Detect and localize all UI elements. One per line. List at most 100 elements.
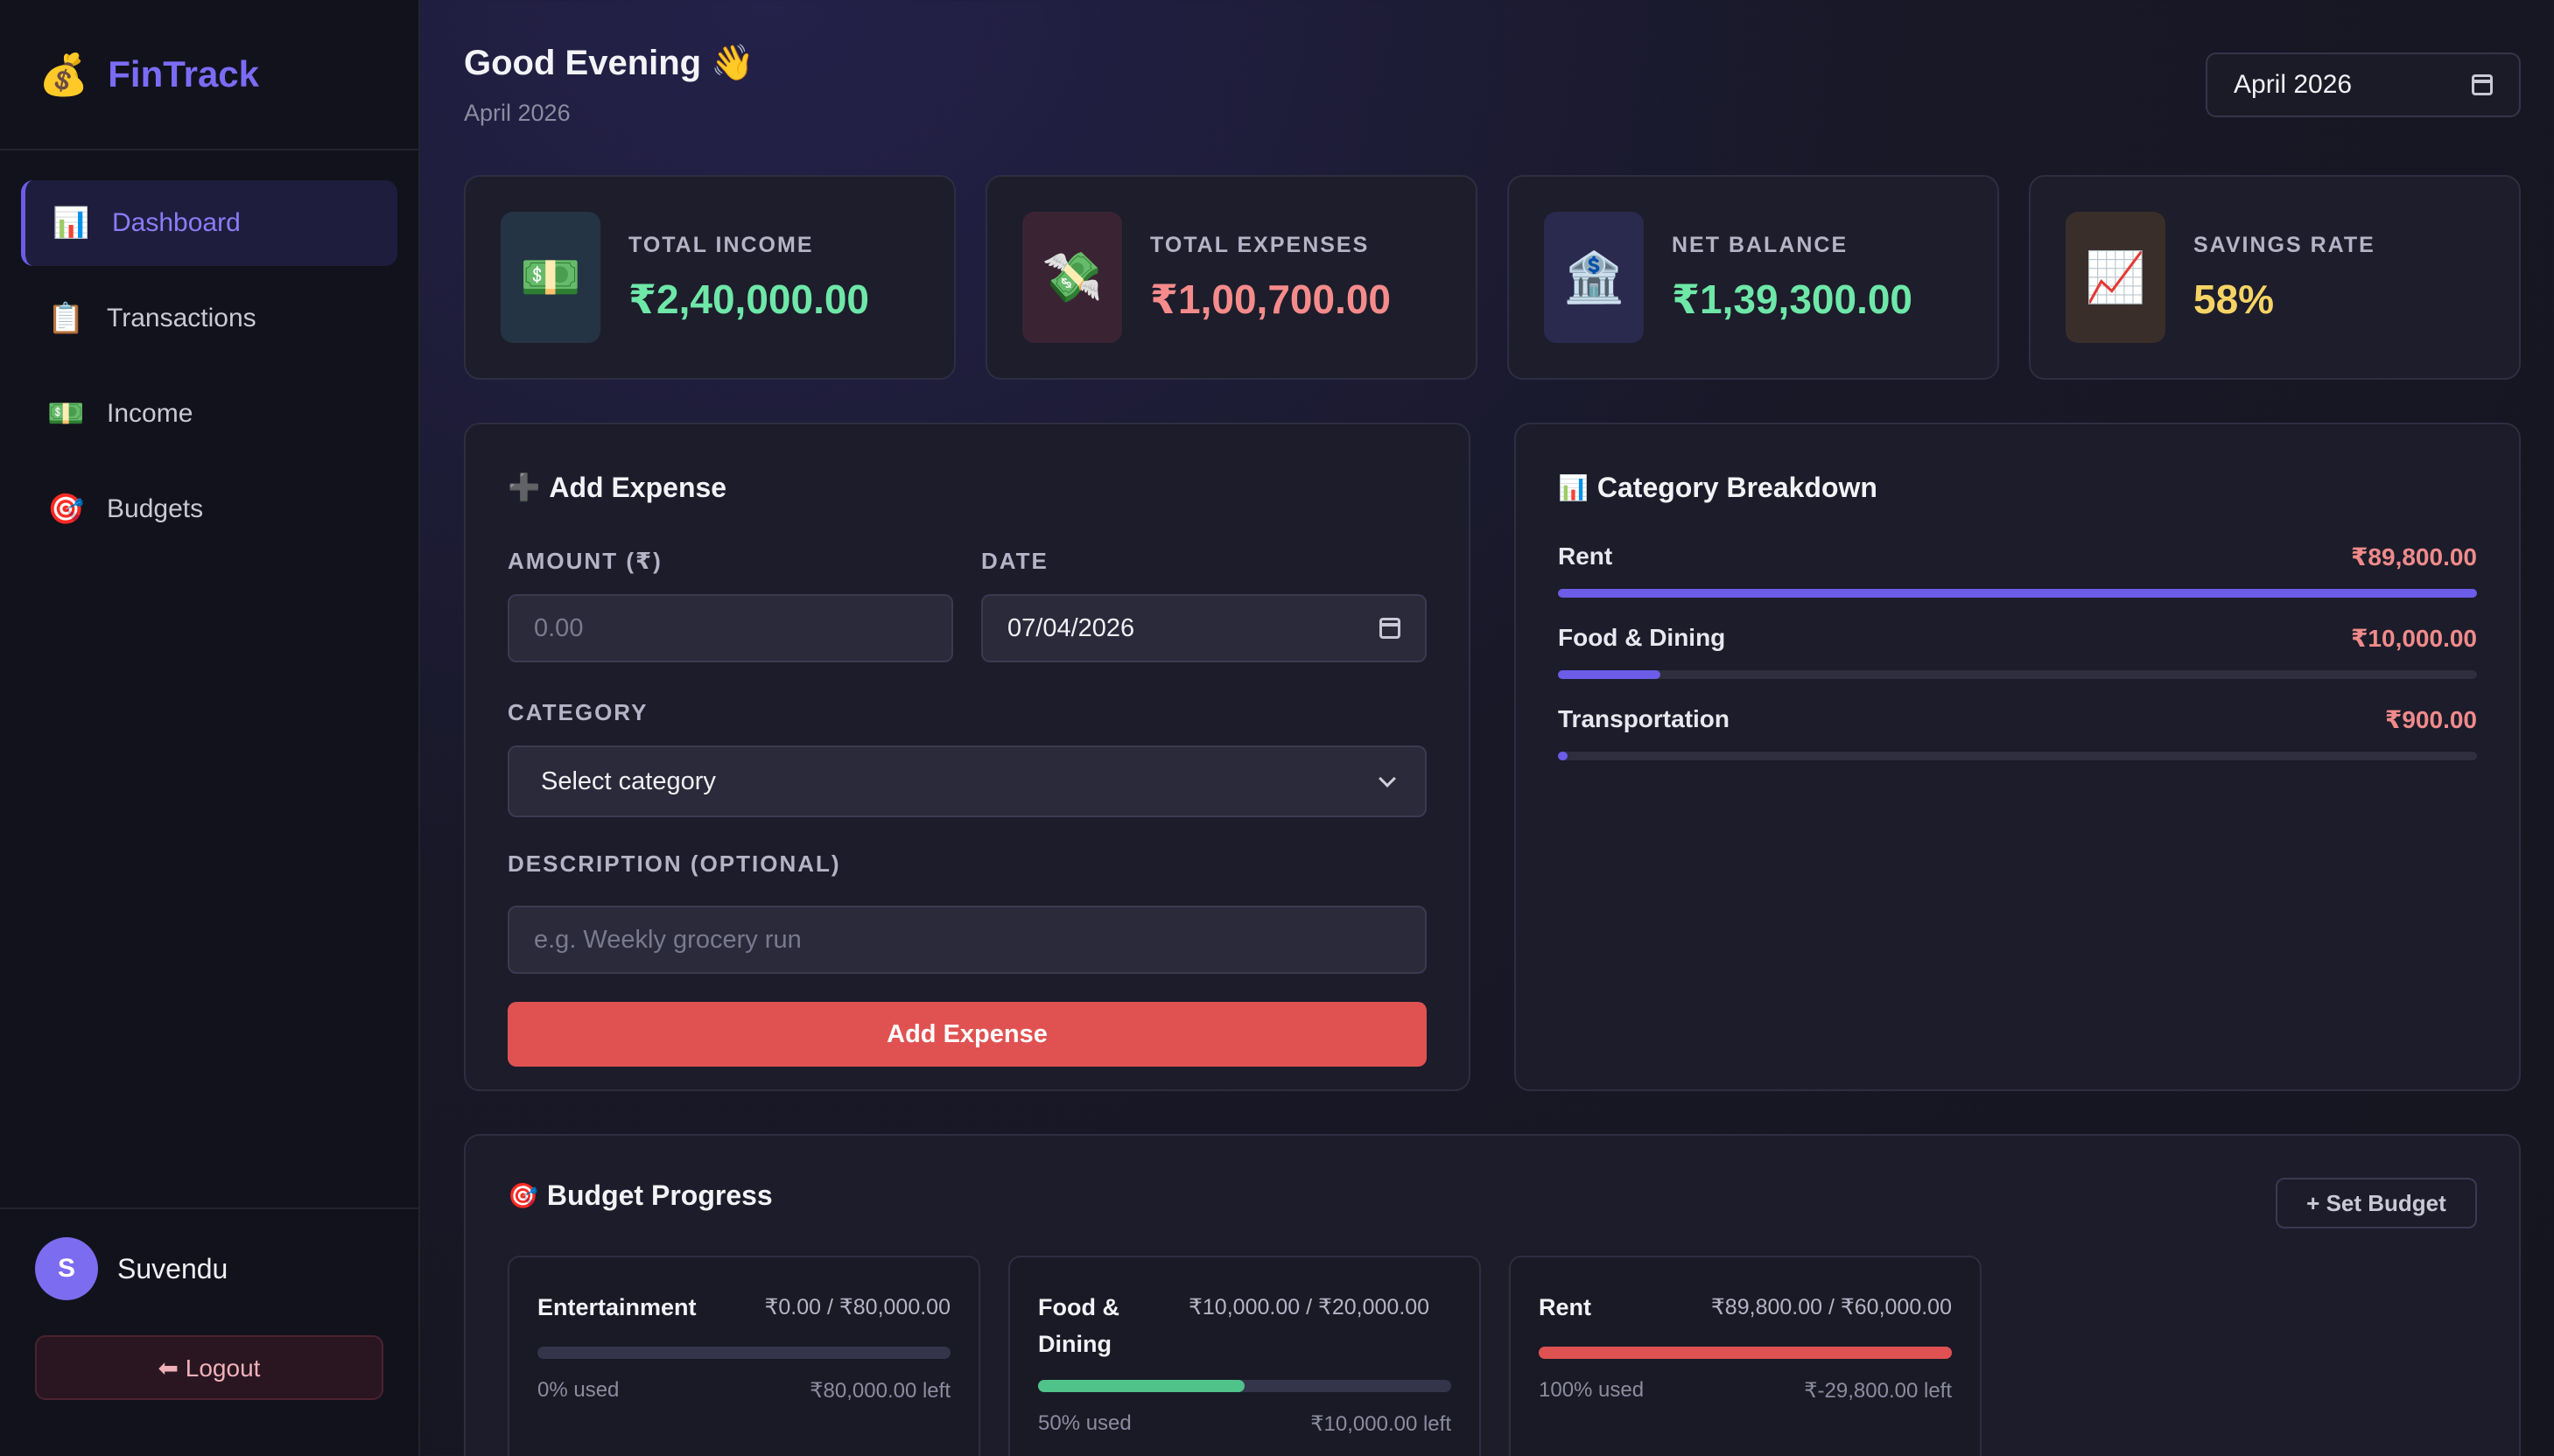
add-expense-button[interactable]: Add Expense [508, 1002, 1427, 1067]
category-label: CATEGORY [508, 699, 649, 725]
budget-amounts: ₹89,800.00 / ₹60,000.00 [1710, 1295, 1952, 1320]
chevron-down-icon [1379, 770, 1396, 788]
budget-list: Entertainment ₹0.00 / ₹80,000.00 0% used… [508, 1256, 2477, 1456]
chart-icon: 📊 [1558, 474, 1589, 501]
description-placeholder: e.g. Weekly grocery run [534, 925, 802, 954]
progress-track [1558, 752, 2477, 760]
budget-progress-card: 🎯 Budget Progress + Set Budget Entertain… [464, 1134, 2521, 1456]
budget-used: 50% used [1038, 1411, 1132, 1435]
budget-name: Food & Dining [1038, 1294, 1119, 1357]
progress-track [1038, 1380, 1451, 1392]
category-name: Food & Dining [1558, 624, 1726, 651]
sidebar-item-label: Transactions [107, 304, 256, 332]
logout-button[interactable]: ⬅ Logout [35, 1335, 383, 1400]
add-expense-card: ➕ Add Expense AMOUNT (₹) 0.00 DATE 07/04… [464, 423, 1470, 1091]
date-input[interactable]: 07/04/2026 [981, 594, 1427, 662]
budget-item-food-dining: Food & Dining ₹10,000.00 / ₹20,000.00 50… [1008, 1256, 1481, 1456]
amount-input[interactable]: 0.00 [508, 594, 953, 662]
description-input[interactable]: e.g. Weekly grocery run [508, 906, 1427, 974]
category-name: Rent [1558, 542, 1613, 570]
sidebar-item-income[interactable]: 💵 Income [21, 371, 397, 457]
breakdown-list: Rent ₹89,800.00 Food & Dining ₹10,000.00 [1558, 542, 2477, 760]
budget-amounts: ₹10,000.00 / ₹20,000.00 [1189, 1295, 1430, 1320]
card-title-text: Add Expense [549, 472, 727, 503]
card-title: 📊 Category Breakdown [1558, 472, 2477, 504]
sidebar-item-transactions[interactable]: 📋 Transactions [21, 276, 397, 361]
budget-item-entertainment: Entertainment ₹0.00 / ₹80,000.00 0% used… [508, 1256, 980, 1456]
sidebar-item-dashboard[interactable]: 📊 Dashboard [21, 180, 397, 266]
sidebar-item-label: Budgets [107, 494, 204, 523]
sidebar-item-label: Income [107, 399, 193, 428]
stat-value: ₹2,40,000.00 [628, 276, 870, 322]
stat-label: TOTAL EXPENSES [1150, 232, 1370, 257]
progress-track [537, 1347, 951, 1359]
progress-fill [1558, 670, 1660, 679]
card-title-text: Budget Progress [546, 1180, 773, 1211]
month-picker[interactable]: April 2026 [2206, 52, 2521, 117]
calendar-icon[interactable] [1379, 618, 1400, 639]
budget-left: ₹10,000.00 left [1310, 1412, 1451, 1436]
brand-name: FinTrack [108, 53, 260, 94]
stat-card-total-income: 💵 TOTAL INCOME ₹2,40,000.00 [464, 175, 956, 380]
category-name: Transportation [1558, 705, 1730, 732]
stat-card-net-balance: 🏦 NET BALANCE ₹1,39,300.00 [1507, 175, 1999, 380]
category-select[interactable]: Select category [508, 746, 1427, 817]
money-with-wings-icon: 💸 [1022, 212, 1122, 343]
sidebar-item-budgets[interactable]: 🎯 Budgets [21, 466, 397, 552]
stat-label: NET BALANCE [1672, 232, 1849, 257]
bank-icon: 🏦 [1544, 212, 1644, 343]
brand[interactable]: 💰 FinTrack [0, 0, 418, 150]
stat-label: SAVINGS RATE [2193, 232, 2375, 257]
calendar-icon[interactable] [2472, 74, 2493, 95]
chart-icon: 📊 [53, 206, 90, 240]
card-title-text: Category Breakdown [1596, 472, 1877, 503]
stat-card-savings-rate: 📈 SAVINGS RATE 58% [2029, 175, 2521, 380]
category-amount: ₹89,800.00 [2350, 543, 2477, 570]
clipboard-icon: 📋 [47, 302, 85, 335]
category-value: Select category [541, 766, 716, 795]
stat-value: 58% [2193, 276, 2275, 322]
budget-amounts: ₹0.00 / ₹80,000.00 [764, 1295, 951, 1320]
budget-item-rent: Rent ₹89,800.00 / ₹60,000.00 100% used ₹… [1509, 1256, 1982, 1456]
progress-track [1539, 1347, 1952, 1359]
dollar-banknote-icon: 💵 [47, 397, 85, 430]
user-profile: S Suvendu [35, 1236, 383, 1302]
budget-name: Entertainment [537, 1294, 697, 1320]
stat-card-total-expenses: 💸 TOTAL EXPENSES ₹1,00,700.00 [986, 175, 1477, 380]
banknote-icon: 💵 [501, 212, 600, 343]
progress-track [1558, 670, 2477, 679]
amount-label: AMOUNT (₹) [508, 548, 663, 574]
category-amount: ₹900.00 [2384, 706, 2477, 733]
stat-value: ₹1,39,300.00 [1672, 276, 1913, 322]
page-subtitle: April 2026 [464, 100, 571, 126]
card-title: 🎯 Budget Progress [508, 1180, 2477, 1212]
progress-fill [1558, 752, 1568, 760]
sidebar: 💰 FinTrack 📊 Dashboard 📋 Transactions 💵 … [0, 0, 420, 1456]
category-amount: ₹10,000.00 [2350, 625, 2477, 652]
chart-increasing-icon: 📈 [2066, 212, 2165, 343]
sidebar-nav: 📊 Dashboard 📋 Transactions 💵 Income 🎯 Bu… [0, 150, 418, 552]
avatar: S [35, 1237, 98, 1300]
progress-fill [1038, 1380, 1245, 1392]
progress-fill [1558, 589, 2477, 598]
category-breakdown-card: 📊 Category Breakdown Rent ₹89,800.00 Foo… [1514, 423, 2521, 1091]
date-value: 07/04/2026 [1007, 613, 1135, 642]
amount-placeholder: 0.00 [534, 613, 584, 642]
card-title: ➕ Add Expense [508, 472, 1427, 504]
target-icon: 🎯 [47, 493, 85, 526]
set-budget-button[interactable]: + Set Budget [2276, 1178, 2477, 1228]
money-bag-icon: 💰 [39, 51, 89, 97]
budget-name: Rent [1539, 1294, 1591, 1320]
budget-used: 100% used [1539, 1378, 1645, 1402]
stat-value: ₹1,00,700.00 [1150, 276, 1392, 322]
list-item: Food & Dining ₹10,000.00 [1558, 624, 2477, 679]
sidebar-item-label: Dashboard [112, 208, 241, 237]
target-icon: 🎯 [508, 1182, 538, 1209]
budget-used: 0% used [537, 1378, 620, 1402]
stats-row: 💵 TOTAL INCOME ₹2,40,000.00 💸 TOTAL EXPE… [464, 175, 2521, 380]
progress-track [1558, 589, 2477, 598]
stat-label: TOTAL INCOME [628, 232, 814, 257]
list-item: Rent ₹89,800.00 [1558, 542, 2477, 598]
plus-icon: ➕ [508, 473, 541, 502]
budget-left: ₹-29,800.00 left [1804, 1379, 1952, 1403]
